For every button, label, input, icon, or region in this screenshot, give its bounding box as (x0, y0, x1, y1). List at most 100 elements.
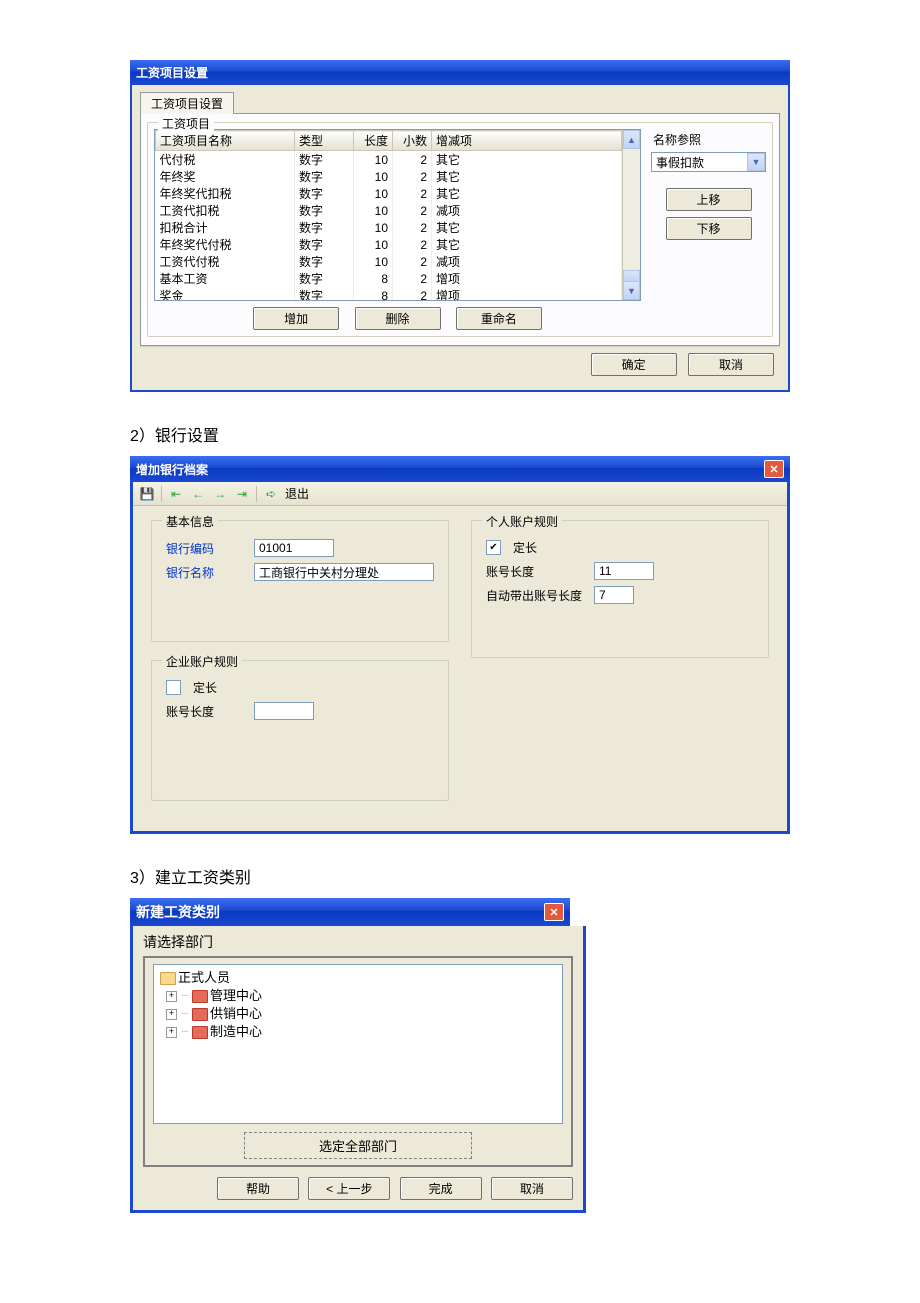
move-down-button[interactable]: 下移 (666, 217, 752, 240)
table-row[interactable]: 年终奖代扣税数字102其它 (156, 185, 622, 202)
col-type[interactable]: 类型 (295, 131, 354, 151)
delete-button[interactable]: 删除 (355, 307, 441, 330)
folder-icon (192, 1008, 208, 1021)
tree-node[interactable]: + ··· 制造中心 (160, 1023, 556, 1041)
table-row[interactable]: 扣税合计数字102其它 (156, 219, 622, 236)
window-title: 增加银行档案 (136, 461, 208, 478)
corp-fixed-checkbox[interactable] (166, 680, 181, 695)
exit-label[interactable]: 退出 (285, 485, 309, 502)
table-row[interactable]: 代付税数字102其它 (156, 151, 622, 169)
finish-button[interactable]: 完成 (400, 1177, 482, 1200)
cancel-button[interactable]: 取消 (491, 1177, 573, 1200)
table-row[interactable]: 基本工资数字82增项 (156, 270, 622, 287)
table-row[interactable]: 年终奖数字102其它 (156, 168, 622, 185)
help-button[interactable]: 帮助 (217, 1177, 299, 1200)
select-all-button[interactable]: 选定全部部门 (244, 1132, 472, 1159)
col-name[interactable]: 工资项目名称 (156, 131, 295, 151)
col-kind[interactable]: 增减项 (432, 131, 622, 151)
cell-name: 年终奖代付税 (156, 236, 295, 253)
ok-button[interactable]: 确定 (591, 353, 677, 376)
expand-icon[interactable]: + (166, 1009, 177, 1020)
bank-code-label: 银行编码 (166, 540, 246, 557)
dropdown-icon[interactable]: ▼ (747, 153, 765, 171)
cell-name: 工资代扣税 (156, 202, 295, 219)
cell-len: 10 (354, 168, 393, 185)
bank-code-input[interactable] (254, 539, 334, 557)
prev-icon[interactable]: ← (190, 486, 206, 502)
cell-kind: 减项 (432, 202, 622, 219)
cell-type: 数字 (295, 185, 354, 202)
col-decimal[interactable]: 小数 (393, 131, 432, 151)
cell-len: 10 (354, 236, 393, 253)
tree-node-label: 制造中心 (210, 1023, 262, 1041)
cell-name: 工资代付税 (156, 253, 295, 270)
cell-type: 数字 (295, 253, 354, 270)
cell-len: 10 (354, 185, 393, 202)
cell-kind: 其它 (432, 151, 622, 169)
tree-root-label: 正式人员 (178, 969, 230, 987)
toolbar-separator (161, 486, 162, 502)
first-icon[interactable]: ⇤ (168, 486, 184, 502)
add-bank-window: 增加银行档案 ✕ 💾 ⇤ ← → ⇥ ➪ 退出 基本信息 银行编码 (130, 456, 790, 834)
cell-type: 数字 (295, 236, 354, 253)
add-button[interactable]: 增加 (253, 307, 339, 330)
cancel-button[interactable]: 取消 (688, 353, 774, 376)
tree-node-label: 供销中心 (210, 1005, 262, 1023)
salary-items-list[interactable]: 工资项目名称 类型 长度 小数 增减项 代付税数字102其它年终奖数字102其它… (154, 129, 641, 301)
section-heading-bank: 2）银行设置 (130, 422, 790, 446)
exit-icon[interactable]: ➪ (263, 486, 279, 502)
cell-len: 10 (354, 151, 393, 169)
corp-len-input[interactable] (254, 702, 314, 720)
cell-name: 年终奖 (156, 168, 295, 185)
close-icon[interactable]: ✕ (764, 460, 784, 478)
personal-fixed-label: 定长 (513, 539, 537, 556)
table-row[interactable]: 工资代扣税数字102减项 (156, 202, 622, 219)
toolbar-separator (256, 486, 257, 502)
col-length[interactable]: 长度 (354, 131, 393, 151)
prev-button[interactable]: < 上一步 (308, 1177, 390, 1200)
section-heading-salary-class: 3）建立工资类别 (130, 864, 790, 888)
personal-fixed-checkbox[interactable]: ✔ (486, 540, 501, 555)
toolbar: 💾 ⇤ ← → ⇥ ➪ 退出 (133, 482, 787, 506)
close-icon[interactable]: ✕ (544, 903, 564, 921)
name-ref-combo[interactable]: 事假扣款 ▼ (651, 152, 766, 172)
salary-items-window: 工资项目设置 工资项目设置 工资项目 工资项目名称 类型 (130, 60, 790, 392)
cell-dec: 2 (393, 185, 432, 202)
table-row[interactable]: 工资代付税数字102减项 (156, 253, 622, 270)
bank-name-label: 银行名称 (166, 564, 246, 581)
tree-root[interactable]: 正式人员 (160, 969, 556, 987)
salary-items-table: 工资项目名称 类型 长度 小数 增减项 代付税数字102其它年终奖数字102其它… (155, 130, 622, 301)
rename-button[interactable]: 重命名 (456, 307, 542, 330)
table-row[interactable]: 奖金数字82增项 (156, 287, 622, 301)
scroll-up-icon[interactable]: ▲ (623, 130, 640, 149)
dept-tree[interactable]: 正式人员 +··· 管理中心+··· 供销中心+··· 制造中心 (153, 964, 563, 1124)
name-ref-label: 名称参照 (653, 131, 764, 148)
scroll-thumb[interactable] (623, 270, 640, 281)
expand-icon[interactable]: + (166, 991, 177, 1002)
cell-type: 数字 (295, 287, 354, 301)
cell-type: 数字 (295, 270, 354, 287)
next-icon[interactable]: → (212, 486, 228, 502)
auto-len-input[interactable] (594, 586, 634, 604)
cell-dec: 2 (393, 287, 432, 301)
auto-len-label: 自动带出账号长度 (486, 587, 586, 604)
tree-node[interactable]: +··· 供销中心 (160, 1005, 556, 1023)
tree-connector: ··· (181, 1023, 188, 1041)
personal-len-input[interactable] (594, 562, 654, 580)
save-icon[interactable]: 💾 (139, 486, 155, 502)
move-up-button[interactable]: 上移 (666, 188, 752, 211)
combo-value: 事假扣款 (656, 154, 704, 171)
tab-salary-item-settings[interactable]: 工资项目设置 (140, 92, 234, 114)
table-row[interactable]: 年终奖代付税数字102其它 (156, 236, 622, 253)
cell-type: 数字 (295, 151, 354, 169)
corp-len-label: 账号长度 (166, 703, 246, 720)
last-icon[interactable]: ⇥ (234, 486, 250, 502)
select-dept-label: 请选择部门 (143, 932, 573, 952)
cell-dec: 2 (393, 270, 432, 287)
dept-tree-frame: 正式人员 +··· 管理中心+··· 供销中心+··· 制造中心 选定全部部门 (143, 956, 573, 1167)
tree-node[interactable]: +··· 管理中心 (160, 987, 556, 1005)
expand-icon[interactable]: + (166, 1027, 177, 1038)
list-scrollbar[interactable]: ▲ ▼ (622, 130, 640, 300)
scroll-down-icon[interactable]: ▼ (623, 281, 640, 300)
bank-name-input[interactable] (254, 563, 434, 581)
